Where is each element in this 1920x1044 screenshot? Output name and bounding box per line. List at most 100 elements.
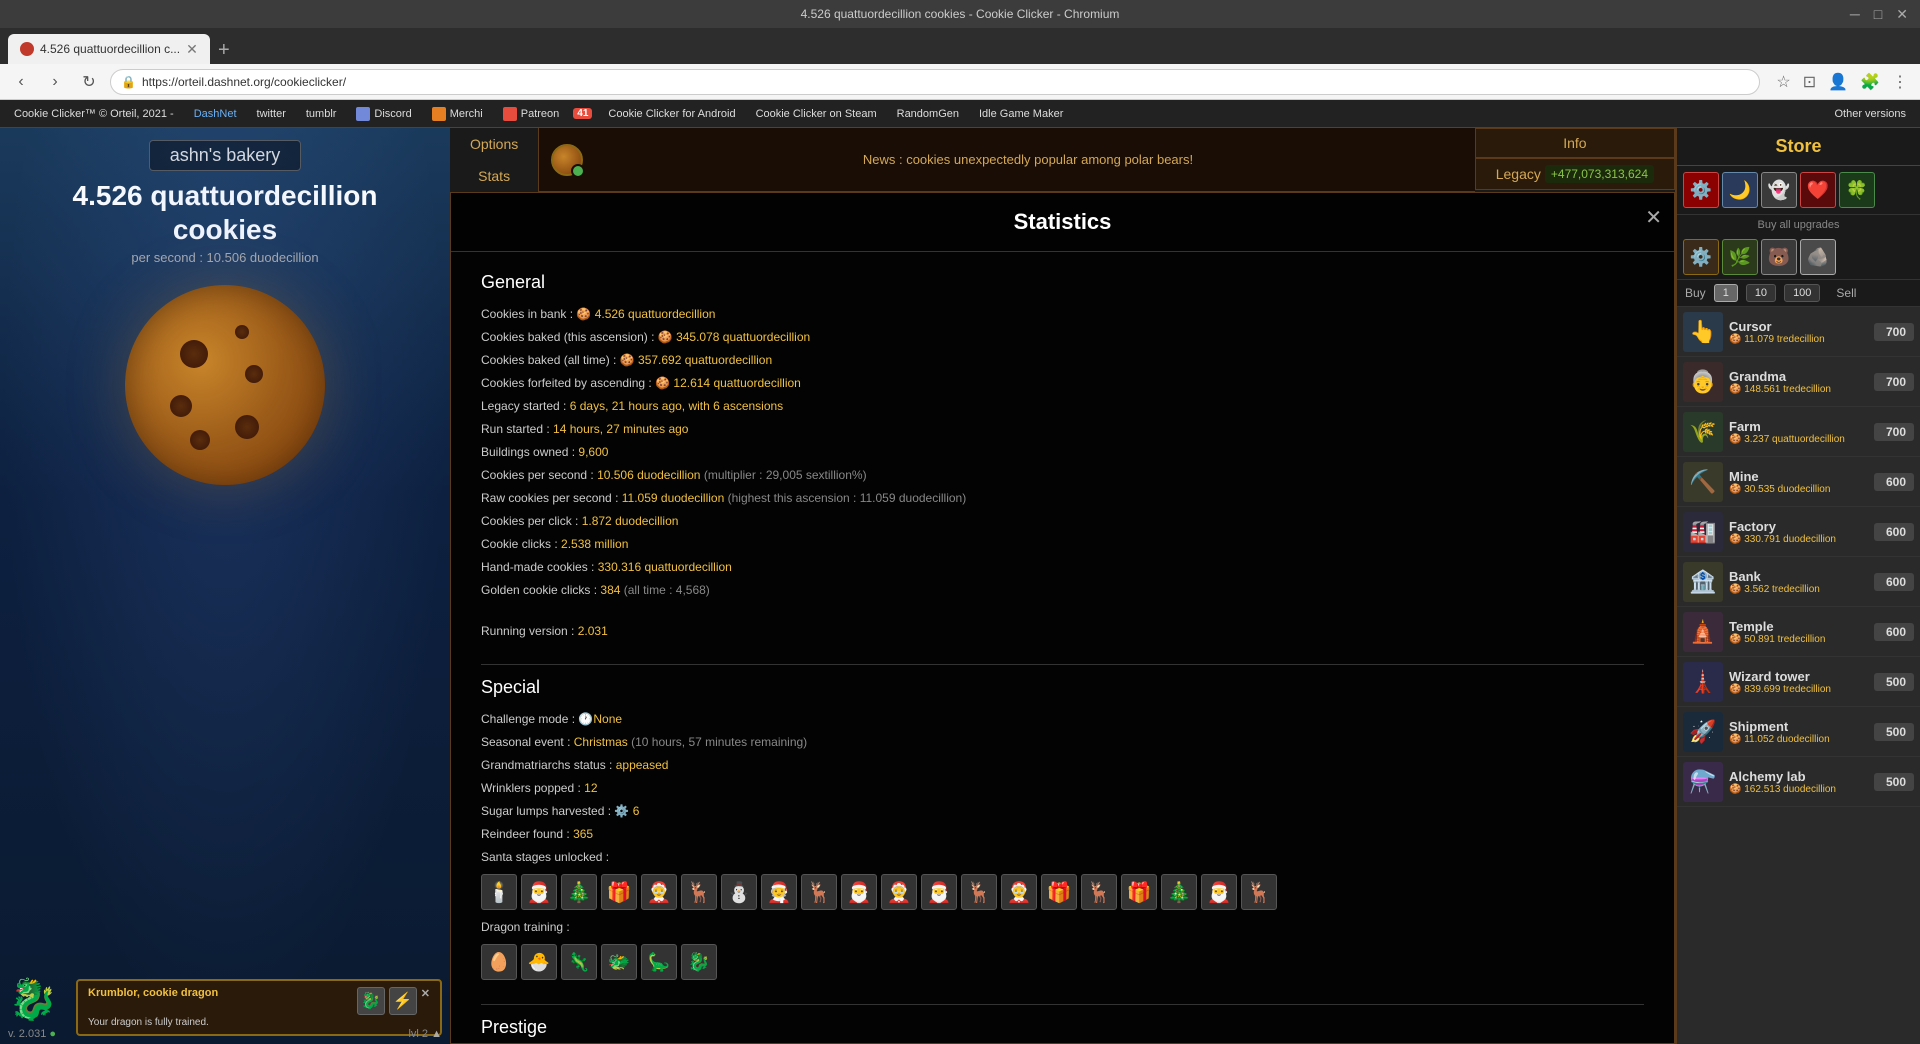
stats-modal[interactable]: Statistics ✕ General Cookies in bank : 🍪… (450, 192, 1675, 1044)
upgrade-icon-3[interactable]: 👻 (1761, 172, 1797, 208)
krumblor-item-2[interactable]: ⚡ (389, 987, 417, 1015)
krumblor-title-bar: Krumblor, cookie dragon 🐉 ⚡ ✕ (88, 987, 430, 1015)
window-title: 4.526 quattuordecillion cookies - Cookie… (801, 7, 1120, 21)
window-controls[interactable]: ─ □ ✕ (1846, 6, 1912, 23)
minimize-button[interactable]: ─ (1846, 6, 1864, 23)
alchemy-lab-price: 500 (1874, 773, 1914, 791)
bookmark-merch[interactable]: Merchi (426, 105, 489, 123)
upgrade-icon-5[interactable]: 🍀 (1839, 172, 1875, 208)
upgrade-icon-4[interactable]: ❤️ (1800, 172, 1836, 208)
temple-cost: 🍪 50.891 tredecillion (1729, 634, 1868, 645)
legacy-button[interactable]: Legacy +477,073,313,624 (1475, 158, 1675, 190)
account-icon[interactable]: 👤 (1824, 72, 1852, 92)
other-versions-button[interactable]: Other versions (1828, 106, 1912, 122)
alchemy-lab-cost: 🍪 162.513 duodecillion (1729, 784, 1868, 795)
stat-cookies-in-bank: Cookies in bank : 🍪 4.526 quattuordecill… (481, 305, 1644, 323)
store-panel: Store ⚙️ 🌙 👻 ❤️ 🍀 Buy all upgrades ⚙️ 🌿 … (1675, 128, 1920, 1044)
bookmark-randomgen[interactable]: RandomGen (891, 106, 965, 122)
santa-icon-19: 🎅 (1201, 874, 1237, 910)
tab-favicon (20, 42, 34, 56)
krumblor-close[interactable]: ✕ (421, 987, 430, 1015)
level-arrow[interactable]: ▲ (431, 1028, 442, 1040)
bookmark-star-icon[interactable]: ☆ (1772, 72, 1794, 92)
extensions-icon[interactable]: 🧩 (1856, 72, 1884, 92)
forward-button[interactable]: › (42, 69, 68, 95)
building-row-farm[interactable]: 🌾 Farm 🍪 3.237 quattuordecillion 700 (1677, 407, 1920, 457)
tab-close-button[interactable]: ✕ (186, 41, 198, 58)
cookie-image[interactable] (125, 285, 325, 485)
buy-icon-2[interactable]: 🌿 (1722, 239, 1758, 275)
building-row-mine[interactable]: ⛏️ Mine 🍪 30.535 duodecillion 600 (1677, 457, 1920, 507)
buy-100-button[interactable]: 100 (1784, 284, 1820, 302)
active-tab[interactable]: 4.526 quattuordecillion c... ✕ (8, 34, 210, 64)
buy-icon-1[interactable]: ⚙️ (1683, 239, 1719, 275)
sugar-lump-icon: ⚙️ (614, 804, 629, 818)
upgrade-icon-1[interactable]: ⚙️ (1683, 172, 1719, 208)
bookmark-steam[interactable]: Cookie Clicker on Steam (750, 106, 883, 122)
buy-10-button[interactable]: 10 (1746, 284, 1776, 302)
grandma-price: 700 (1874, 373, 1914, 391)
bookmark-idlegame[interactable]: Idle Game Maker (973, 106, 1069, 122)
menu-icon[interactable]: ⋮ (1888, 72, 1912, 92)
factory-name: Factory (1729, 519, 1868, 534)
big-cookie[interactable] (125, 285, 325, 485)
building-row-grandma[interactable]: 👵 Grandma 🍪 148.561 tredecillion 700 (1677, 357, 1920, 407)
building-row-alchemy-lab[interactable]: ⚗️ Alchemy lab 🍪 162.513 duodecillion 50… (1677, 757, 1920, 807)
bookmark-patreon[interactable]: Patreon (497, 105, 566, 123)
cookie-icon: 🍪 (576, 307, 591, 321)
upgrade-icon-2[interactable]: 🌙 (1722, 172, 1758, 208)
bank-name: Bank (1729, 569, 1868, 584)
tab-bar: 4.526 quattuordecillion c... ✕ + (0, 28, 1920, 64)
shipment-price: 500 (1874, 723, 1914, 741)
bookmark-tumblr[interactable]: tumblr (300, 106, 343, 122)
bookmark-dashnet[interactable]: DashNet (188, 106, 243, 122)
stat-raw-cps: Raw cookies per second : 11.059 duodecil… (481, 489, 1644, 507)
stat-legacy-started: Legacy started : 6 days, 21 hours ago, w… (481, 397, 1644, 415)
game-area: ashn's bakery 4.526 quattuordecillion co… (0, 128, 1920, 1044)
bookmark-discord[interactable]: Discord (350, 105, 417, 123)
reload-button[interactable]: ↻ (76, 69, 102, 95)
santa-icon-1: 🕯️ (481, 874, 517, 910)
building-list[interactable]: 👆 Cursor 🍪 11.079 tredecillion 700 👵 Gra… (1677, 307, 1920, 1044)
building-row-temple[interactable]: 🛕 Temple 🍪 50.891 tredecillion 600 (1677, 607, 1920, 657)
cookie-spot-1 (180, 340, 208, 368)
stat-santa-stages: Santa stages unlocked : (481, 848, 1644, 866)
mine-info: Mine 🍪 30.535 duodecillion (1723, 469, 1874, 495)
upgrade-icons-row: ⚙️ 🌙 👻 ❤️ 🍀 (1677, 166, 1920, 215)
stat-cookies-alltime: Cookies baked (all time) : 🍪 357.692 qua… (481, 351, 1644, 369)
address-bar[interactable]: 🔒 https://orteil.dashnet.org/cookieclick… (110, 69, 1760, 95)
prestige-section: Prestige (481, 1017, 1644, 1038)
modal-title: Statistics (1014, 209, 1112, 234)
bank-cost: 🍪 3.562 tredecillion (1729, 584, 1868, 595)
buy-1-button[interactable]: 1 (1714, 284, 1738, 302)
bookmark-android[interactable]: Cookie Clicker for Android (602, 106, 741, 122)
bookmark-copyright: Cookie Clicker™ © Orteil, 2021 - (8, 106, 180, 122)
krumblor-name: Krumblor, cookie dragon (88, 987, 218, 1015)
santa-icon-12: 🎅 (921, 874, 957, 910)
santa-icons-grid: 🕯️ 🎅 🎄 🎁 🤶 🦌 ⛄ 🧑‍🎄 🦌 🎅 🤶 🎅 🦌 🤶 (481, 874, 1644, 910)
buy-icon-3[interactable]: 🐻 (1761, 239, 1797, 275)
sell-label: Sell (1836, 286, 1856, 300)
grandma-name: Grandma (1729, 369, 1868, 384)
dragon-icon[interactable]: 🐉 (8, 976, 68, 1036)
tab-search-icon[interactable]: ⊡ (1799, 72, 1820, 92)
options-button[interactable]: Options (450, 128, 539, 160)
krumblor-item-1[interactable]: 🐉 (357, 987, 385, 1015)
building-row-factory[interactable]: 🏭 Factory 🍪 330.791 duodecillion 600 (1677, 507, 1920, 557)
building-row-shipment[interactable]: 🚀 Shipment 🍪 11.052 duodecillion 500 (1677, 707, 1920, 757)
building-row-bank[interactable]: 🏦 Bank 🍪 3.562 tredecillion 600 (1677, 557, 1920, 607)
new-tab-button[interactable]: + (210, 36, 238, 64)
wizard-tower-icon: 🗼 (1683, 662, 1723, 702)
info-button[interactable]: Info (1475, 128, 1675, 158)
dragon-t-3: 🦎 (561, 944, 597, 980)
stat-cpc: Cookies per click : 1.872 duodecillion (481, 512, 1644, 530)
bookmark-twitter[interactable]: twitter (251, 106, 292, 122)
restore-button[interactable]: □ (1870, 6, 1886, 23)
stats-button[interactable]: Stats (450, 160, 539, 192)
building-row-cursor[interactable]: 👆 Cursor 🍪 11.079 tredecillion 700 (1677, 307, 1920, 357)
modal-close-button[interactable]: ✕ (1645, 205, 1662, 230)
close-button[interactable]: ✕ (1892, 6, 1912, 23)
back-button[interactable]: ‹ (8, 69, 34, 95)
buy-icon-4[interactable]: 🪨 (1800, 239, 1836, 275)
building-row-wizard-tower[interactable]: 🗼 Wizard tower 🍪 839.699 tredecillion 50… (1677, 657, 1920, 707)
